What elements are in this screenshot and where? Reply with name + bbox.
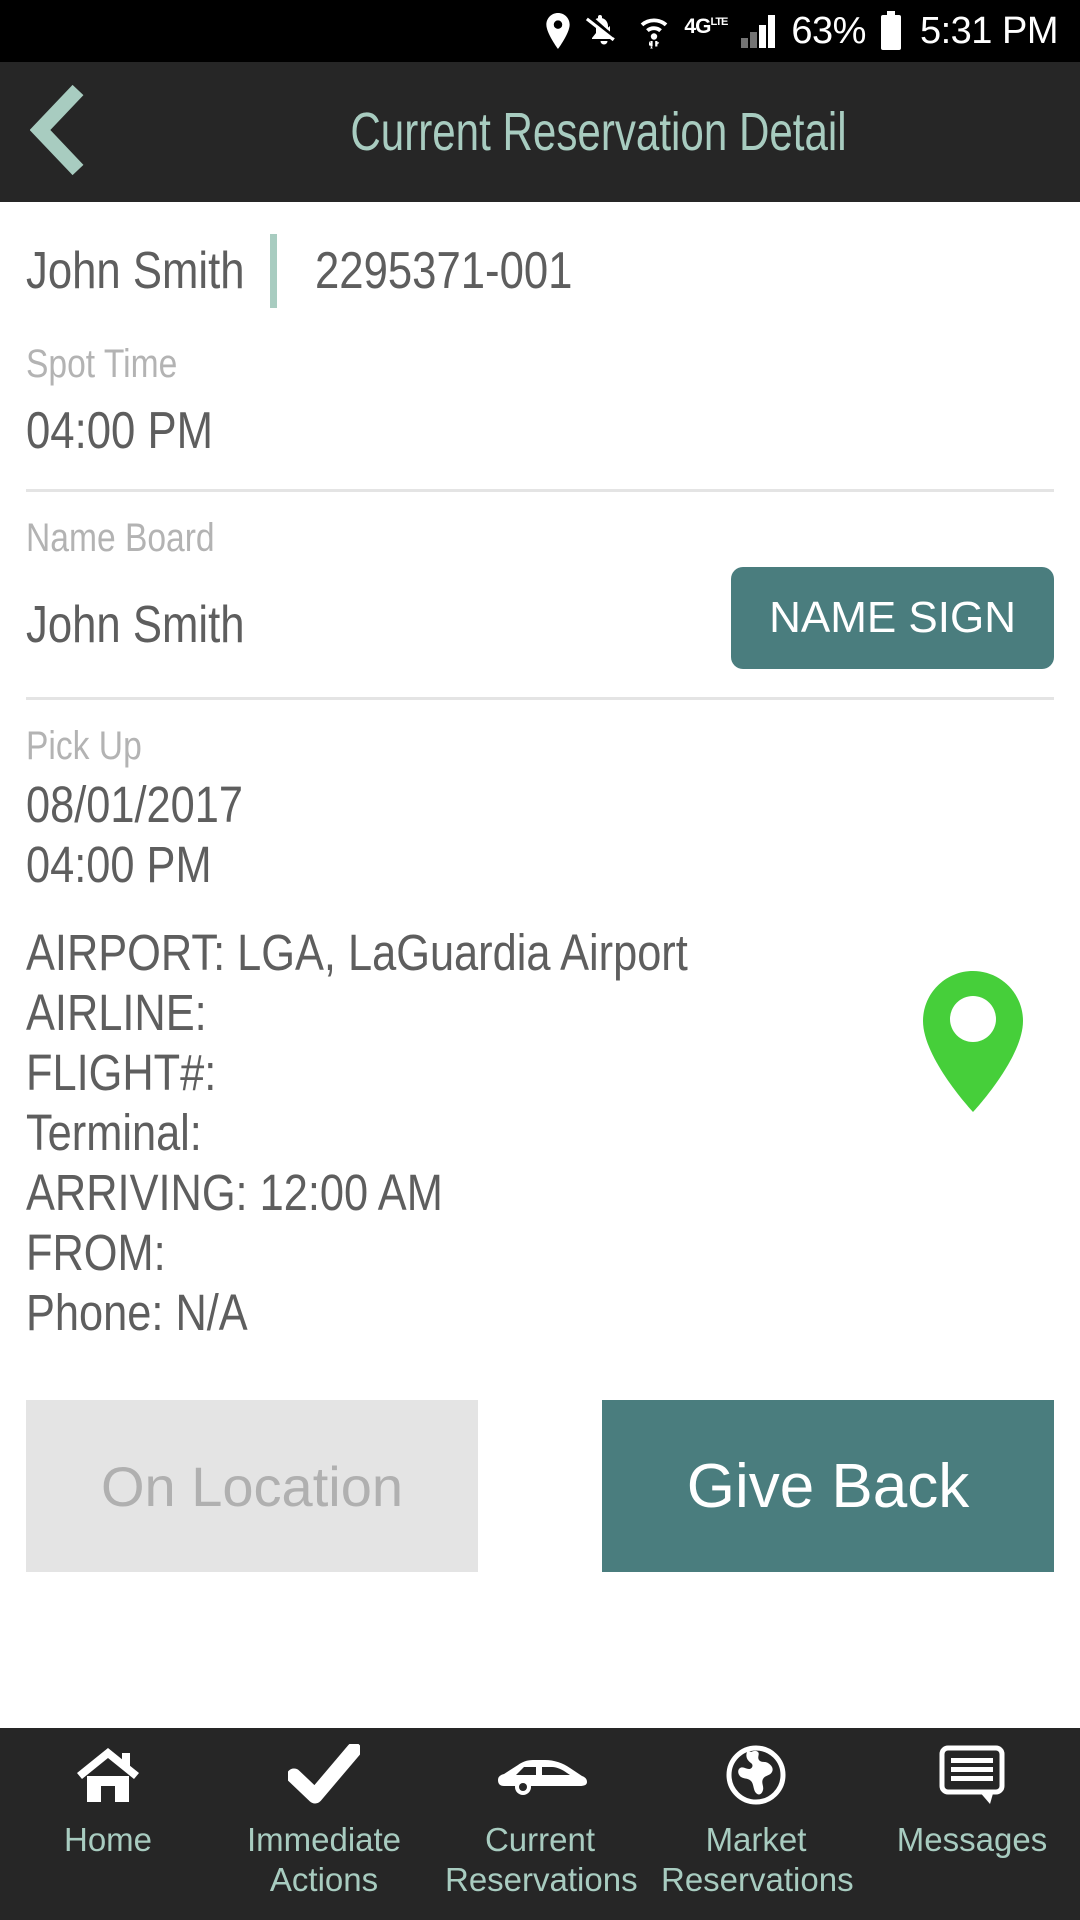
pick-up-detail-terminal: Terminal: <box>26 1104 202 1161</box>
divider-spot-time <box>26 489 1054 492</box>
messages-icon <box>938 1742 1006 1808</box>
action-buttons-row: On Location Give Back <box>0 1400 1080 1572</box>
passenger-name: John Smith <box>26 242 245 300</box>
reservation-id-row: John Smith 2295371-001 <box>26 202 1054 318</box>
pick-up-detail-arriving: ARRIVING: 12:00 AM <box>26 1164 443 1221</box>
pick-up-detail-airline: AIRLINE: <box>26 984 207 1041</box>
page-header: Current Reservation Detail <box>0 62 1080 202</box>
spot-time-value: 04:00 PM <box>26 402 213 460</box>
nav-label-current-reservations: Current Reservations <box>445 1821 638 1899</box>
page-title: Current Reservation Detail <box>350 102 847 162</box>
bell-muted-icon <box>584 13 624 49</box>
name-sign-button[interactable]: NAME SIGN <box>731 567 1054 669</box>
id-divider <box>270 234 278 308</box>
globe-icon <box>725 1742 787 1808</box>
pick-up-date: 08/01/2017 <box>26 776 243 833</box>
home-icon <box>75 1742 141 1808</box>
nav-item-immediate-actions[interactable]: Immediate Actions <box>216 1728 432 1901</box>
back-button[interactable] <box>0 62 120 202</box>
pick-up-detail-from: FROM: <box>26 1224 166 1281</box>
status-bar-clock: 5:31 PM <box>919 9 1059 52</box>
check-icon <box>288 1742 360 1808</box>
car-icon <box>492 1742 588 1808</box>
pick-up-detail-airport: AIRPORT: LGA, LaGuardia Airport <box>26 924 688 981</box>
battery-icon <box>879 11 903 51</box>
on-location-button[interactable]: On Location <box>26 1400 478 1572</box>
reservation-detail-content: John Smith 2295371-001 Spot Time 04:00 P… <box>0 202 1080 1338</box>
nav-label-home: Home <box>63 1821 153 1858</box>
nav-item-current-reservations[interactable]: Current Reservations <box>432 1728 648 1901</box>
app-root: 4GLTE 63% 5:31 PM Current Reservation De… <box>0 0 1080 1920</box>
location-pin-icon <box>545 13 571 49</box>
name-board-label: Name Board <box>26 516 215 560</box>
nav-item-messages[interactable]: Messages <box>864 1728 1080 1860</box>
name-board-value: John Smith <box>26 596 245 654</box>
chevron-left-icon <box>29 84 90 181</box>
divider-name-board <box>26 697 1054 700</box>
pick-up-detail-phone: Phone: N/A <box>26 1284 248 1341</box>
nav-label-messages: Messages <box>896 1821 1048 1858</box>
status-bar: 4GLTE 63% 5:31 PM <box>0 0 1080 62</box>
pick-up-time: 04:00 PM <box>26 836 212 893</box>
nav-label-market-reservations: Market Reservations <box>661 1821 854 1899</box>
pick-up-block: 08/01/2017 04:00 PM AIRPORT: LGA, LaGuar… <box>26 779 1054 1338</box>
battery-percent-label: 63% <box>791 9 866 52</box>
pick-up-detail-flight: FLIGHT#: <box>26 1044 217 1101</box>
give-back-button[interactable]: Give Back <box>602 1400 1054 1572</box>
pick-up-label: Pick Up <box>26 724 142 768</box>
spot-time-label: Spot Time <box>26 342 178 386</box>
nav-item-home[interactable]: Home <box>0 1728 216 1860</box>
nav-label-immediate-actions: Immediate Actions <box>246 1821 402 1899</box>
name-board-row: John Smith NAME SIGN <box>26 567 1054 669</box>
nav-item-market-reservations[interactable]: Market Reservations <box>648 1728 864 1901</box>
bottom-navigation: Home Immediate Actions Current Reservati… <box>0 1728 1080 1920</box>
network-4g-icon: 4GLTE <box>684 14 728 38</box>
signal-bars-icon <box>740 13 778 49</box>
confirmation-number: 2295371-001 <box>315 242 573 300</box>
wifi-icon <box>637 12 671 50</box>
map-pin-icon[interactable] <box>918 969 1028 1119</box>
